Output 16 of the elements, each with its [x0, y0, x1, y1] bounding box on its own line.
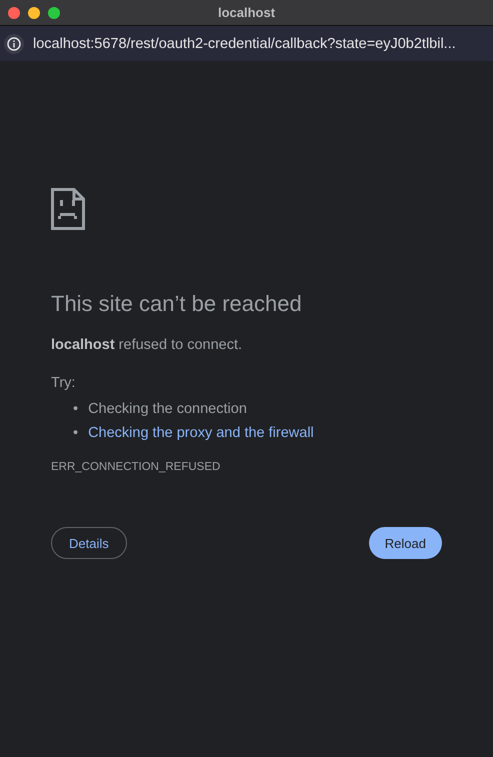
reload-button[interactable]: Reload [368, 527, 442, 559]
try-label: Try: [51, 375, 76, 391]
bullet: • [73, 400, 78, 419]
suggestion-link[interactable]: Checking the proxy and the firewall [88, 421, 314, 445]
info-icon[interactable] [4, 34, 24, 54]
error-title: This site can’t be reached [51, 291, 303, 317]
error-code: ERR_CONNECTION_REFUSED [51, 461, 222, 473]
window-title: localhost [218, 5, 276, 20]
suggestion-text: Checking the connection [88, 400, 247, 419]
minimize-button[interactable] [28, 6, 40, 18]
details-button[interactable]: Details [51, 527, 127, 559]
error-message: localhost refused to connect. [51, 337, 244, 353]
close-button[interactable] [8, 6, 20, 18]
bullet: • [73, 424, 78, 443]
sad-page-icon [51, 188, 85, 230]
zoom-button[interactable] [48, 6, 60, 18]
